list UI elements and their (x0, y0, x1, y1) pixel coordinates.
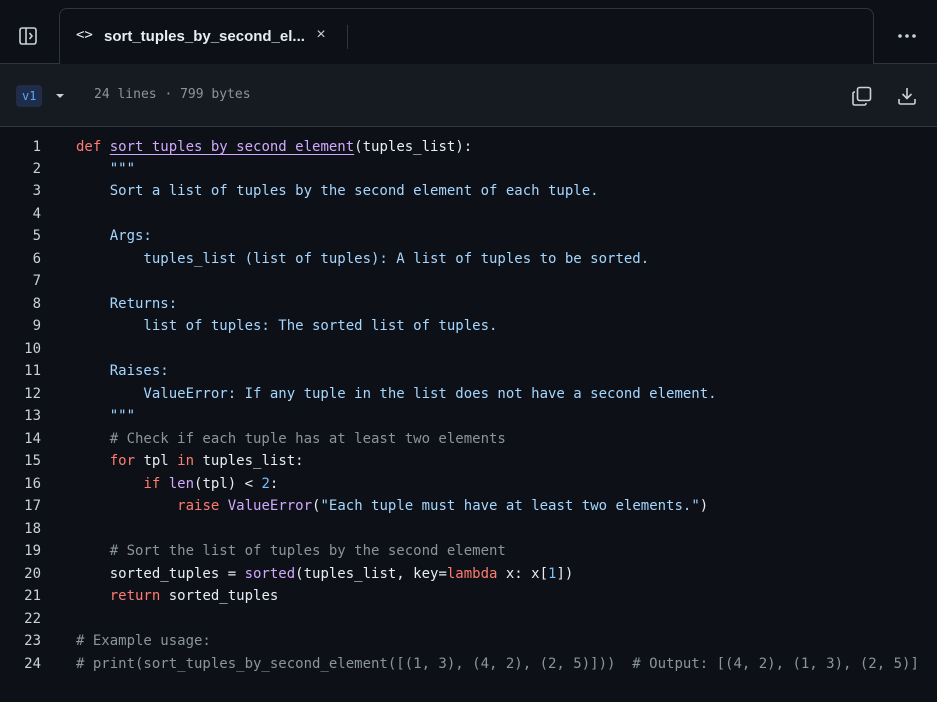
code-line: 13 """ (0, 405, 937, 427)
kebab-icon (898, 34, 916, 38)
code-line: 19 # Sort the list of tuples by the seco… (0, 540, 937, 562)
code-text: """ (76, 408, 136, 424)
line-number: 6 (32, 251, 41, 267)
code-text: Args: (76, 228, 152, 244)
tab-strip: <> sort_tuples_by_second_el... × (59, 8, 874, 66)
line-number: 13 (24, 408, 41, 424)
code-line: 20 sorted_tuples = sorted(tuples_list, k… (0, 563, 937, 585)
line-number: 10 (24, 341, 41, 357)
line-number: 3 (32, 183, 41, 199)
download-icon[interactable] (895, 84, 919, 108)
code-text: Returns: (76, 296, 178, 312)
copy-icon[interactable] (850, 84, 874, 108)
code-text: for tpl in tuples_list: (109, 453, 304, 469)
code-line: 1 def sort_tuples_by_second_element(tuple… (0, 136, 937, 158)
line-number: 16 (24, 476, 41, 492)
sidebar-toggle-icon (19, 27, 37, 45)
code-text: if len(tpl) < 2: (143, 476, 279, 492)
tab-title: sort_tuples_by_second_el... (104, 28, 305, 45)
code-text: tuples_list (list of tuples): A list of … (76, 251, 650, 267)
code-text: # Sort the list of tuples by the second … (76, 543, 506, 559)
line-number: 24 (24, 656, 41, 672)
code-text: return sorted_tuples (109, 588, 279, 604)
line-number: 8 (32, 296, 41, 312)
code-line: 22 (0, 608, 937, 630)
line-number: 19 (24, 543, 41, 559)
sidebar-toggle-button[interactable] (8, 16, 48, 56)
line-number: 21 (24, 588, 41, 604)
line-number: 9 (32, 318, 41, 334)
code-line: 4 (0, 203, 937, 225)
line-number: 7 (32, 273, 41, 289)
file-meta: 24 lines · 799 bytes (94, 87, 251, 102)
code-line: 17 raise ValueError("Each tuple must hav… (0, 495, 937, 517)
code-line: 15 for tpl in tuples_list: (0, 450, 937, 472)
code-line: 5 Args: (0, 225, 937, 247)
file-toolbar: v1 24 lines · 799 bytes (0, 64, 937, 127)
more-options-button[interactable] (887, 20, 927, 52)
code-text: Raises: (76, 363, 169, 379)
line-number: 5 (32, 228, 41, 244)
tab-bar: <> sort_tuples_by_second_el... × (0, 0, 937, 66)
code-text: """ (76, 161, 136, 177)
code-text: ValueError: If any tuple in the list doe… (76, 386, 717, 402)
code-text: sorted_tuples = sorted(tuples_list, key=… (76, 566, 574, 582)
code-line: 2 """ (0, 158, 937, 180)
code-line: 10 (0, 338, 937, 360)
code-text: # Check if each tuple has at least two e… (76, 431, 506, 447)
line-number: 20 (24, 566, 41, 582)
line-number: 2 (32, 161, 41, 177)
code-line: 14 # Check if each tuple has at least tw… (0, 428, 937, 450)
line-number: 14 (24, 431, 41, 447)
line-number: 1 (32, 139, 41, 155)
code-text: # Example usage: (76, 633, 211, 649)
code-line: 7 (0, 270, 937, 292)
line-number: 12 (24, 386, 41, 402)
code-text: raise ValueError("Each tuple must have a… (177, 498, 709, 514)
line-number: 18 (24, 521, 41, 537)
chevron-down-icon[interactable] (55, 92, 65, 100)
code-text: def sort_tuples_by_second_element(tuples… (76, 139, 473, 155)
code-text: list of tuples: The sorted list of tuple… (76, 318, 498, 334)
code-line: 6 tuples_list (list of tuples): A list o… (0, 248, 937, 270)
code-line: 23 # Example usage: (0, 630, 937, 652)
code-view: 1 def sort_tuples_by_second_element(tuple… (0, 127, 937, 702)
line-number: 4 (32, 206, 41, 222)
code-text: # print(sort_tuples_by_second_element([(… (76, 656, 919, 672)
line-number: 15 (24, 453, 41, 469)
tab-divider (347, 25, 348, 49)
close-icon[interactable]: × (312, 26, 330, 44)
code-line: 18 (0, 518, 937, 540)
code-icon: <> (76, 27, 93, 43)
code-text: Sort a list of tuples by the second elem… (76, 183, 599, 199)
line-number: 17 (24, 498, 41, 514)
version-selector[interactable]: v1 (16, 85, 43, 107)
code-line: 8 Returns: (0, 293, 937, 315)
code-line: 24 # print(sort_tuples_by_second_element(… (0, 653, 937, 675)
code-line: 16 if len(tpl) < 2: (0, 473, 937, 495)
code-line: 21 return sorted_tuples (0, 585, 937, 607)
code-line: 9 list of tuples: The sorted list of tup… (0, 315, 937, 337)
code-line: 11 Raises: (0, 360, 937, 382)
line-number: 23 (24, 633, 41, 649)
line-number: 22 (24, 611, 41, 627)
code-line: 3 Sort a list of tuples by the second el… (0, 180, 937, 202)
line-number: 11 (24, 363, 41, 379)
tab-file[interactable]: <> sort_tuples_by_second_el... × (60, 9, 340, 66)
code-line: 12 ValueError: If any tuple in the list … (0, 383, 937, 405)
